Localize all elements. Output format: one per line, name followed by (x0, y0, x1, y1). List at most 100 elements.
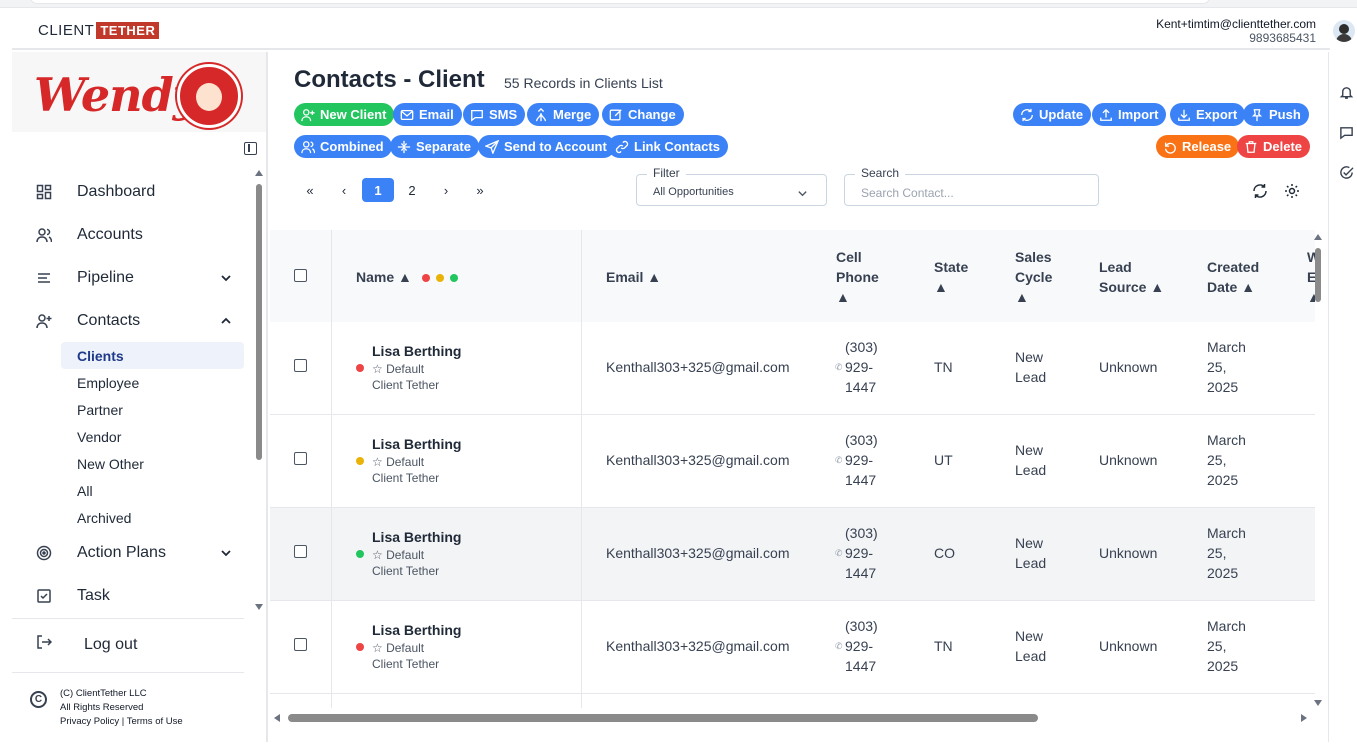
delete-button[interactable]: Delete (1237, 135, 1311, 158)
update-label: Update (1039, 107, 1084, 122)
star-icon[interactable]: ☆ (372, 548, 386, 562)
sidebar-subitem-archived[interactable]: Archived (12, 504, 256, 531)
first-page-button[interactable]: « (294, 178, 326, 202)
email-cell[interactable]: Kenthall303+325@gmail.com (606, 636, 790, 656)
table-vertical-scrollbar[interactable] (1313, 230, 1323, 710)
page-1-button[interactable]: 1 (362, 178, 394, 202)
phone-cell[interactable]: (303) ✆ 929- 1447 (835, 430, 878, 490)
email-button[interactable]: Email (393, 103, 462, 126)
clienttether-logo[interactable]: CLIENT TETHER (38, 22, 160, 39)
add-user-icon (301, 108, 315, 121)
sidebar-item-contacts[interactable]: Contacts (12, 299, 256, 342)
chevron-up-icon[interactable] (220, 314, 232, 332)
star-icon[interactable]: ☆ (372, 455, 386, 469)
star-icon[interactable]: ☆ (372, 641, 386, 655)
link-contacts-button[interactable]: Link Contacts (608, 135, 728, 158)
footer-links[interactable]: Privacy Policy | Terms of Use (60, 715, 244, 729)
sidebar-subitem-employee[interactable]: Employee (12, 369, 256, 396)
sidebar-item-task[interactable]: Task (12, 574, 256, 617)
logo-tether-text: TETHER (96, 22, 160, 39)
search-field[interactable]: Search Search Contact... (844, 166, 1099, 206)
next-page-button[interactable]: › (430, 178, 462, 202)
refresh-icon[interactable] (1252, 183, 1268, 199)
new-client-button[interactable]: New Client (294, 103, 395, 126)
merge-button[interactable]: Merge (527, 103, 600, 126)
update-button[interactable]: Update (1013, 103, 1092, 126)
prev-page-button[interactable]: ‹ (328, 178, 360, 202)
status-dot-red[interactable] (421, 274, 430, 282)
sms-button[interactable]: SMS (463, 103, 526, 126)
push-button[interactable]: Push (1243, 103, 1309, 126)
column-header-created-date[interactable]: Created Date ▲ (1207, 257, 1259, 297)
email-cell[interactable]: Kenthall303+325@gmail.com (606, 543, 790, 563)
send-to-account-button[interactable]: Send to Account (478, 135, 615, 158)
gear-icon[interactable] (1284, 183, 1300, 199)
chevron-down-icon[interactable] (220, 271, 232, 289)
release-button[interactable]: Release (1156, 135, 1240, 158)
email-cell[interactable]: Kenthall303+325@gmail.com (606, 357, 790, 377)
collapse-sidebar-icon[interactable] (244, 142, 257, 155)
column-header-email[interactable]: Email ▲ (606, 267, 661, 287)
table-row[interactable]: Lisa Berthing ☆ Default Client Tether Kenth… (270, 508, 1315, 601)
select-all-checkbox[interactable] (294, 269, 307, 282)
row-checkbox[interactable] (294, 359, 307, 372)
table-horizontal-scrollbar[interactable] (270, 710, 1310, 724)
search-input[interactable]: Search Contact... (861, 186, 954, 200)
check-circle-icon[interactable] (1339, 165, 1354, 180)
bell-icon[interactable] (1339, 85, 1354, 100)
sidebar-subitem-partner[interactable]: Partner (12, 396, 256, 423)
column-header-name[interactable]: Name ▲ (356, 267, 458, 287)
sidebar-subitem-new-other[interactable]: New Other (12, 450, 256, 477)
sidebar-item-accounts[interactable]: Accounts (12, 213, 256, 256)
chat-icon[interactable] (1339, 125, 1354, 140)
address-bar[interactable] (30, 0, 1210, 4)
separate-button[interactable]: Separate (390, 135, 479, 158)
row-checkbox[interactable] (294, 452, 307, 465)
contact-name-cell[interactable]: Lisa Berthing ☆ Default Client Tether (372, 434, 461, 486)
phone-cell[interactable]: (303) ✆ 929- 1447 (835, 523, 878, 583)
merge-icon (535, 107, 547, 121)
contact-name[interactable]: Lisa Berthing (372, 434, 461, 454)
phone-line: (303) (845, 618, 878, 634)
sidebar-subitem-all[interactable]: All (12, 477, 256, 504)
sidebar-item-pipeline[interactable]: Pipeline (12, 256, 256, 299)
column-header-cell-phone[interactable]: Cell Phone ▲ (836, 247, 879, 307)
export-button[interactable]: Export (1170, 103, 1246, 126)
column-header-sales-cycle[interactable]: Sales Cycle ▲ (1015, 247, 1052, 307)
contact-name[interactable]: Lisa Berthing (372, 620, 461, 640)
chevron-down-icon[interactable] (220, 546, 232, 564)
sidebar-subitem-clients[interactable]: Clients (61, 342, 244, 369)
page-2-button[interactable]: 2 (396, 178, 428, 202)
table-row[interactable]: Lisa Berthing ☆ Default Client Tether Kenth… (270, 601, 1315, 694)
import-button[interactable]: Import (1092, 103, 1167, 126)
sidebar-scrollbar[interactable] (255, 170, 263, 610)
email-cell[interactable]: Kenthall303+325@gmail.com (606, 450, 790, 470)
row-checkbox[interactable] (294, 545, 307, 558)
filter-select[interactable]: Filter All Opportunities (636, 166, 827, 206)
row-checkbox[interactable] (294, 638, 307, 651)
sidebar-item-action-plans[interactable]: Action Plans (12, 531, 256, 574)
phone-cell[interactable]: (303) ✆ 929- 1447 (835, 337, 878, 397)
table-row[interactable]: Lisa Berthing ☆ Default Client Tether Kenth… (270, 322, 1315, 415)
combined-button[interactable]: Combined (294, 135, 392, 158)
contact-name-cell[interactable]: Lisa Berthing ☆ Default Client Tether (372, 620, 461, 672)
change-button[interactable]: Change (602, 103, 684, 126)
contact-name[interactable]: Lisa Berthing (372, 527, 461, 547)
last-page-button[interactable]: » (464, 178, 496, 202)
status-dot-yellow[interactable] (435, 274, 444, 282)
contact-name-cell[interactable]: Lisa Berthing ☆ Default Client Tether (372, 527, 461, 579)
star-icon[interactable]: ☆ (372, 362, 386, 376)
phone-cell[interactable]: (303) ✆ 929- 1447 (835, 616, 878, 676)
column-header-state[interactable]: State ▲ (934, 257, 968, 297)
sidebar-subitem-vendor[interactable]: Vendor (12, 423, 256, 450)
status-dot-green[interactable] (449, 274, 458, 282)
table-row[interactable]: Lisa Berthing ☆ Default Client Tether Kenth… (270, 415, 1315, 508)
avatar[interactable] (1333, 20, 1355, 42)
contact-name[interactable]: Lisa Berthing (372, 341, 461, 361)
pipeline-icon (36, 270, 52, 286)
logout-button[interactable]: Log out (12, 618, 244, 670)
contact-tag: ☆ Default (372, 361, 461, 377)
contact-name-cell[interactable]: Lisa Berthing ☆ Default Client Tether (372, 341, 461, 393)
sidebar-item-dashboard[interactable]: Dashboard (12, 170, 256, 213)
column-header-lead-source[interactable]: Lead Source ▲ (1099, 257, 1164, 297)
